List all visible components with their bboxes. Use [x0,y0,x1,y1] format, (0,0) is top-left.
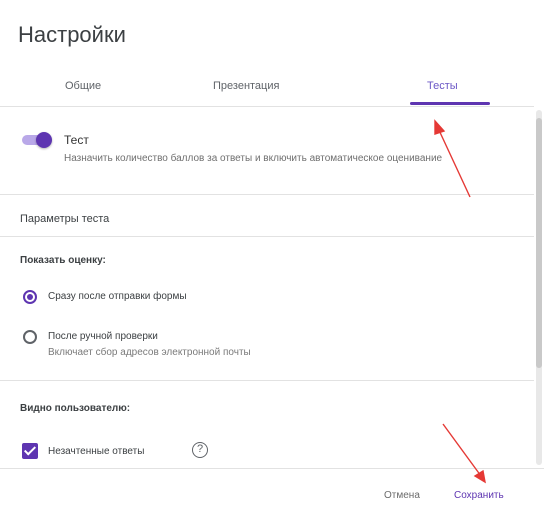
visible-to-user-heading: Видно пользователю: [20,403,131,414]
quiz-label: Тест [64,133,89,147]
tab-general[interactable]: Общие [65,80,101,92]
toggle-knob [36,132,52,148]
save-button[interactable]: Сохранить [454,490,504,501]
scrollbar-thumb[interactable] [536,118,542,368]
cancel-button[interactable]: Отмена [384,490,420,501]
missed-answers-checkbox[interactable] [22,443,38,459]
option-manual-review-label[interactable]: После ручной проверки [48,331,158,342]
radio-immediately[interactable] [23,290,37,304]
help-icon[interactable]: ? [192,442,208,458]
arrow-to-save-button [442,423,486,484]
active-tab-indicator [410,102,490,105]
show-score-heading: Показать оценку: [20,255,106,266]
option-immediately-label[interactable]: Сразу после отправки формы [48,291,187,302]
settings-dialog: Настройки Общие Презентация Тесты Тест Н… [0,0,544,512]
divider [0,380,534,381]
divider [0,194,534,195]
tab-quizzes[interactable]: Тесты [427,80,458,92]
tab-presentation[interactable]: Презентация [213,80,279,92]
quiz-toggle[interactable] [20,132,54,148]
footer-divider [0,468,544,469]
radio-manual-review[interactable] [23,330,37,344]
divider [0,236,534,237]
quiz-description: Назначить количество баллов за ответы и … [64,153,443,164]
option-manual-review-desc: Включает сбор адресов электронной почты [48,347,251,358]
missed-answers-label[interactable]: Незачтенные ответы [48,446,144,457]
quiz-params-title: Параметры теста [20,213,110,225]
tab-bar: Общие Презентация Тесты [0,70,534,107]
dialog-title: Настройки [18,22,126,47]
